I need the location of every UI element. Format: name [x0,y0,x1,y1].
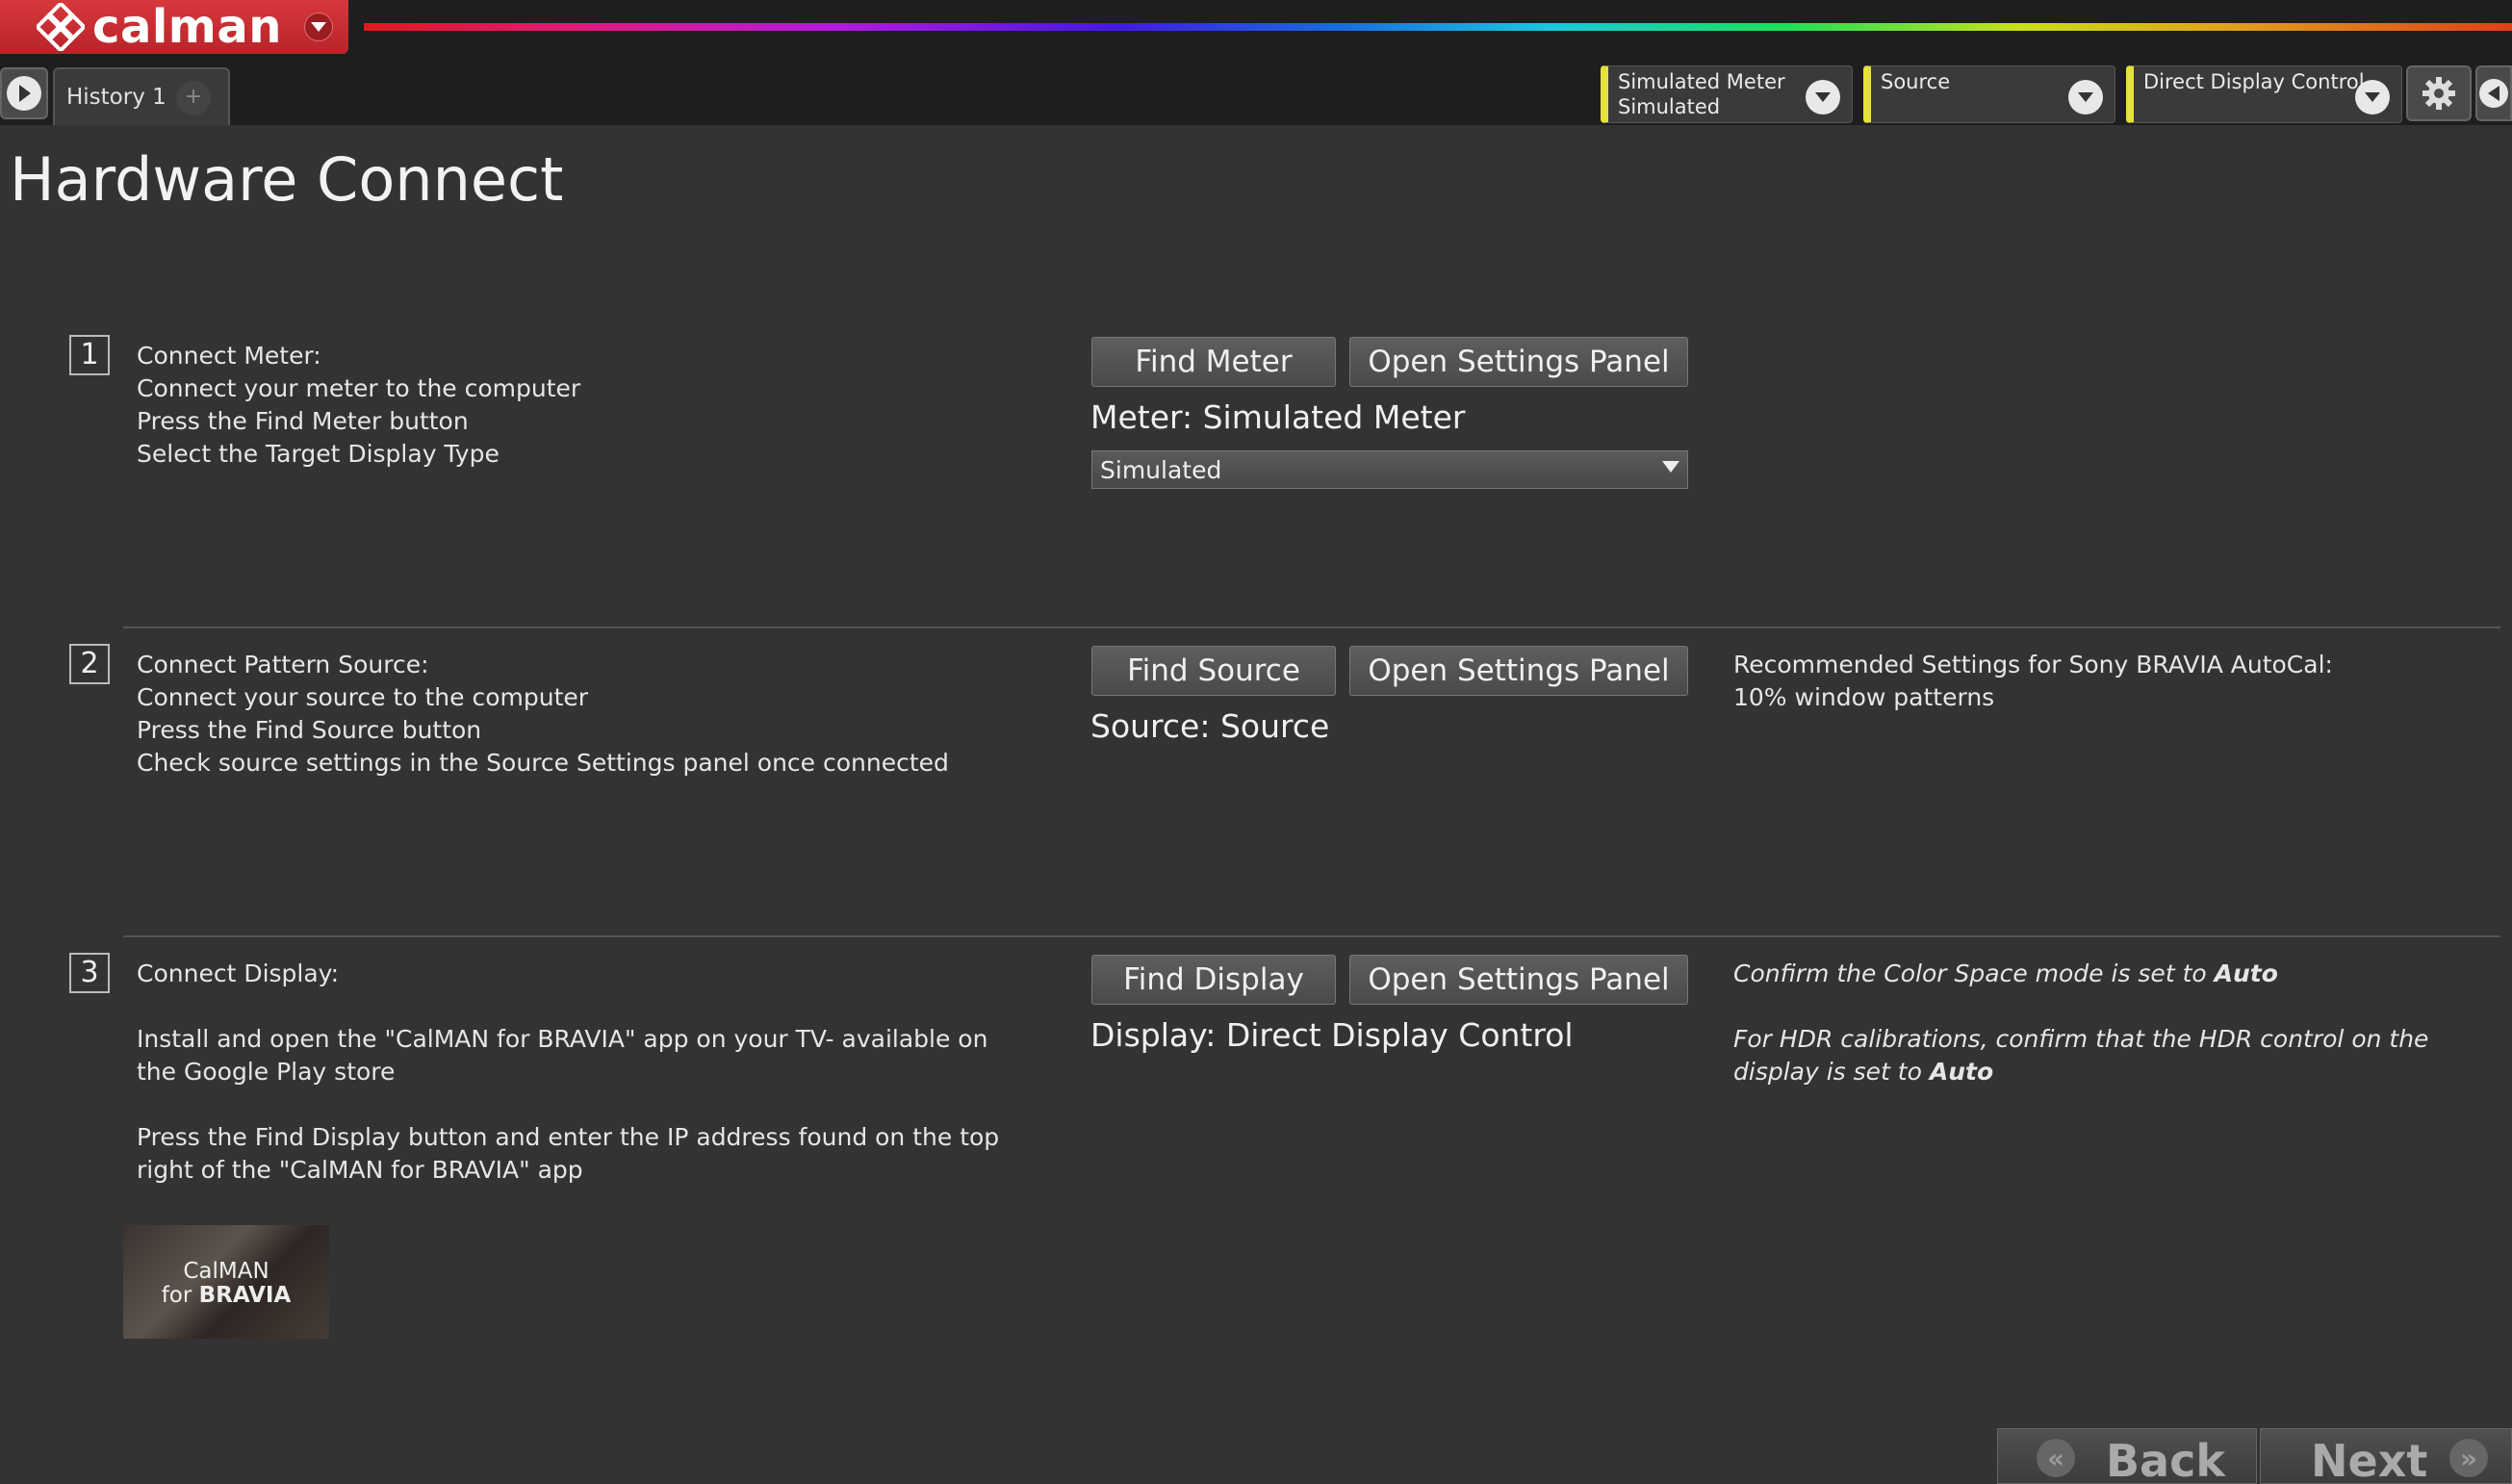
step-1-line: Connect Meter: [137,342,321,370]
source-settings-button[interactable]: Open Settings Panel [1349,646,1688,696]
settings-button[interactable] [2406,65,2472,121]
find-source-button[interactable]: Find Source [1091,646,1336,696]
logo-text: calman [92,0,282,54]
meter-device-selector[interactable]: Simulated Meter Simulated [1601,65,1853,123]
meter-device-name: Simulated Meter [1618,70,1785,93]
chevron-down-icon [1662,461,1679,473]
back-label: Back [2106,1435,2225,1484]
double-chevron-right-icon: » [2449,1439,2488,1477]
page-title: Hardware Connect [10,144,564,215]
calman-logo-button[interactable]: calman [0,0,348,54]
chevron-down-icon[interactable] [304,13,333,41]
step-3-number: 3 [69,953,110,993]
display-settings-button[interactable]: Open Settings Panel [1349,955,1688,1005]
double-chevron-left-icon: « [2037,1439,2075,1477]
source-device-name: Source [1881,70,1951,93]
find-display-button[interactable]: Find Display [1091,955,1336,1005]
source-recommendation-note: Recommended Settings for Sony BRAVIA Aut… [1733,649,2333,714]
display-device-name: Direct Display Control [2143,70,2365,93]
tab-history[interactable]: History 1 + [53,67,230,125]
collapse-panel-button[interactable] [2475,65,2512,121]
display-type-value: Simulated [1100,456,1222,484]
display-status: Display: Direct Display Control [1090,1016,1574,1054]
display-device-selector[interactable]: Direct Display Control [2126,65,2402,123]
step-1-number: 1 [69,335,110,375]
add-tab-button[interactable]: + [176,81,211,115]
source-status: Source: Source [1090,707,1330,745]
next-label: Next [2311,1435,2428,1484]
note-line: Recommended Settings for Sony BRAVIA Aut… [1733,651,2333,678]
step-3-instructions: Connect Display: Install and open the "C… [137,958,1032,1187]
app-badge-title: CalMAN [183,1259,269,1284]
source-device-selector[interactable]: Source [1863,65,2115,123]
chevron-down-icon[interactable] [2068,80,2103,115]
step-1-line: Select the Target Display Type [137,440,500,468]
chevron-down-icon[interactable] [2355,80,2390,115]
calman-bravia-app-logo: CalMAN for BRAVIA [123,1225,329,1339]
note-line: Confirm the Color Space mode is set to A… [1733,959,2278,987]
chevron-down-icon[interactable] [1806,80,1840,115]
top-bar: calman History 1 + Simulated Meter Simul… [0,0,2512,125]
rainbow-bar [364,23,2512,31]
meter-device-type: Simulated [1618,95,1721,118]
step-2-number: 2 [69,644,110,684]
expand-panel-button[interactable] [0,67,48,119]
app-badge-subtitle: for BRAVIA [161,1283,292,1308]
display-config-note: Confirm the Color Space mode is set to A… [1733,958,2484,1088]
find-meter-button[interactable]: Find Meter [1091,337,1336,387]
display-type-select[interactable]: Simulated [1091,450,1688,489]
step-2-line: Press the Find Source button [137,716,482,744]
step-2-instructions: Connect Pattern Source: Connect your sou… [137,649,949,780]
step-3-paragraph: Press the Find Display button and enter … [137,1123,1000,1184]
step-1-instructions: Connect Meter: Connect your meter to the… [137,340,580,471]
calman-logo-icon [37,3,85,51]
meter-settings-button[interactable]: Open Settings Panel [1349,337,1688,387]
play-icon [7,76,41,111]
tab-history-label: History 1 [66,85,167,110]
note-line: For HDR calibrations, confirm that the H… [1733,1025,2429,1086]
step-2-line: Connect Pattern Source: [137,651,429,678]
step-3-paragraph: Install and open the "CalMAN for BRAVIA"… [137,1025,988,1086]
app-window: calman History 1 + Simulated Meter Simul… [0,0,2512,1484]
meter-status: Meter: Simulated Meter [1090,398,1466,436]
step-1-line: Connect your meter to the computer [137,374,581,402]
gear-icon [2422,77,2455,110]
arrow-left-icon [2479,79,2508,108]
divider [123,627,2500,628]
next-button[interactable]: Next » [2260,1428,2512,1484]
step-2-line: Connect your source to the computer [137,683,589,711]
step-3-title: Connect Display: [137,959,340,987]
step-2-line: Check source settings in the Source Sett… [137,749,949,777]
divider [123,935,2500,937]
back-button[interactable]: « Back [1997,1428,2257,1484]
step-1-line: Press the Find Meter button [137,407,469,435]
note-line: 10% window patterns [1733,683,1995,711]
